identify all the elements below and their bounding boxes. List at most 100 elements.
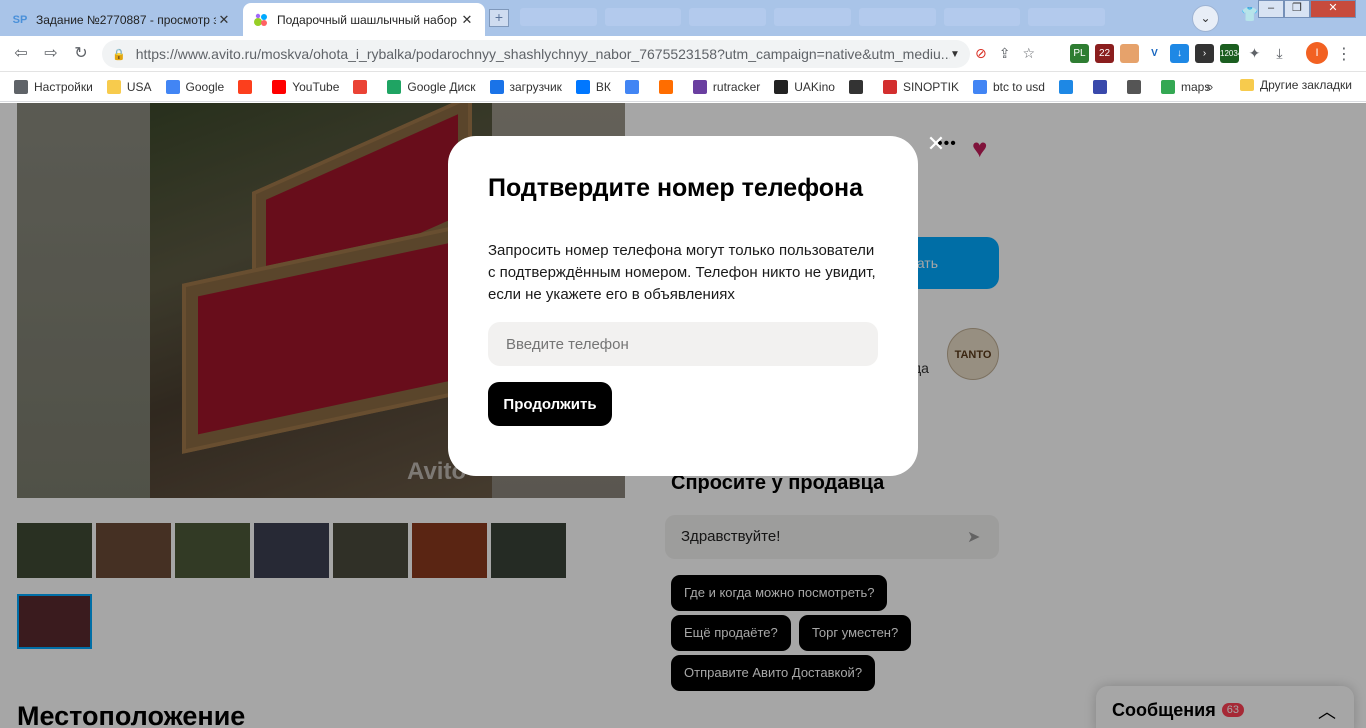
infinity-icon: [489, 79, 504, 94]
google-icon: [165, 79, 180, 94]
bookmark-item[interactable]: SINOPTIK: [882, 79, 959, 94]
bookmarks-more-icon[interactable]: »: [1206, 79, 1213, 94]
close-tab-icon[interactable]: ✕: [216, 12, 232, 28]
extension-22-icon[interactable]: 22: [1095, 44, 1114, 63]
back-arrow-icon[interactable]: ⇦: [10, 44, 32, 64]
maximize-button[interactable]: ❐: [1284, 0, 1310, 18]
phone-input[interactable]: [488, 322, 878, 366]
gear-icon: [14, 79, 28, 94]
vk-icon: [575, 79, 590, 94]
thermometer-icon: [882, 79, 897, 94]
background-tab[interactable]: [858, 8, 936, 26]
tab-strip: SP Задание №2770887 - просмотр з ✕ Подар…: [0, 0, 1366, 36]
bookmark-item[interactable]: [624, 79, 645, 94]
background-tabs: [520, 8, 1106, 28]
terminal-extension-icon[interactable]: ›: [1195, 44, 1214, 63]
downloads-icon[interactable]: ⤓: [1270, 44, 1289, 63]
omnibox-actions: ⊘ ⇪ ☆: [975, 45, 1035, 62]
other-bookmarks-label: Другие закладки: [1260, 78, 1352, 92]
tab-avito[interactable]: Подарочный шашлычный набор ✕: [243, 3, 485, 36]
tab-task[interactable]: SP Задание №2770887 - просмотр з ✕: [2, 3, 242, 36]
bookmark-item[interactable]: Настройки: [14, 79, 93, 94]
background-tab[interactable]: [943, 8, 1021, 26]
pawn-icon: [848, 79, 863, 94]
close-icon[interactable]: ✕: [925, 133, 947, 155]
tab-title: Подарочный шашлычный набор: [277, 12, 457, 27]
reload-icon[interactable]: ↻: [70, 44, 92, 64]
avito-favicon-icon: [253, 12, 269, 28]
gmail-icon: [353, 79, 368, 94]
tab-search-button[interactable]: ⌄: [1192, 5, 1219, 32]
profile-avatar[interactable]: I: [1306, 42, 1328, 64]
youtube-icon: [272, 79, 287, 94]
bookmark-item[interactable]: [1092, 79, 1113, 94]
shirt-icon[interactable]: 👕: [1241, 6, 1258, 23]
background-tab[interactable]: [604, 8, 682, 26]
bookmark-item[interactable]: rutracker: [692, 79, 761, 94]
star-icon[interactable]: ☆: [1022, 45, 1035, 62]
sp-favicon-icon: SP: [12, 13, 28, 26]
bookmark-item[interactable]: [1058, 79, 1079, 94]
bookmark-item[interactable]: [238, 79, 258, 94]
tab-title: Задание №2770887 - просмотр з: [36, 12, 216, 27]
close-tab-icon[interactable]: ✕: [459, 12, 475, 28]
bookmark-label: SINOPTIK: [902, 79, 959, 94]
other-bookmarks[interactable]: Другие закладки: [1240, 78, 1352, 92]
drive-icon: [387, 79, 402, 94]
window-close-button[interactable]: ✕: [1310, 0, 1356, 18]
bookmark-item[interactable]: YouTube: [272, 79, 340, 94]
f-icon: [658, 79, 673, 94]
blocked-icon[interactable]: ⊘: [975, 45, 987, 62]
background-tab[interactable]: [774, 8, 851, 26]
yandex-icon: [238, 79, 253, 94]
uakino-icon: [774, 79, 789, 94]
bookmark-item[interactable]: ВК: [575, 79, 611, 94]
confirm-phone-modal: Подтвердите номер телефона Запросить ном…: [448, 136, 918, 476]
bitcoin-extension-icon[interactable]: 12034: [1220, 44, 1242, 63]
bookmark-label: YouTube: [292, 79, 340, 94]
bookmark-item[interactable]: USA: [106, 79, 152, 94]
bookmark-label: ВК: [595, 79, 611, 94]
bookmark-item[interactable]: [658, 79, 679, 94]
bookmark-label: USA: [126, 79, 152, 94]
new-tab-button[interactable]: +: [489, 9, 509, 27]
download-extension-icon[interactable]: ↓: [1170, 44, 1189, 63]
bookmark-item[interactable]: Google Диск: [387, 79, 476, 94]
bookmark-item[interactable]: maps: [1160, 79, 1210, 94]
address-bar: ⇦ ⇨ ↻ 🔒 https://www.avito.ru/moskva/ohot…: [0, 36, 1366, 72]
url-field[interactable]: 🔒 https://www.avito.ru/moskva/ohota_i_ry…: [102, 40, 970, 68]
bookmark-item[interactable]: UAKino: [774, 79, 835, 94]
folder-icon: [1240, 79, 1254, 91]
face-extension-icon[interactable]: [1120, 44, 1139, 63]
minimize-button[interactable]: –: [1258, 0, 1284, 18]
bookmark-item[interactable]: [848, 79, 869, 94]
v-extension-icon[interactable]: V: [1145, 44, 1164, 63]
bookmarks-bar: Настройки USA Google YouTube Google Диск загр…: [0, 72, 1366, 102]
modal-title: Подтвердите номер телефона: [488, 174, 864, 202]
lock-icon[interactable]: 🔒: [112, 48, 126, 61]
continue-button[interactable]: Продолжить: [488, 382, 612, 426]
menu-dots-icon[interactable]: ⋮: [1336, 44, 1352, 64]
bookmark-item[interactable]: [1126, 79, 1147, 94]
bc-icon: [1126, 79, 1141, 94]
bookmark-label: rutracker: [712, 79, 761, 94]
background-tab[interactable]: [1028, 8, 1106, 26]
dropdown-arrow-icon[interactable]: ▼: [950, 49, 970, 60]
bookmark-item[interactable]: загрузчик: [489, 79, 562, 94]
translate-icon: [624, 79, 639, 94]
bookmark-item[interactable]: [353, 79, 373, 94]
forward-arrow-icon[interactable]: ⇨: [40, 44, 62, 64]
bookmark-label: загрузчик: [509, 79, 562, 94]
bookmark-item[interactable]: Google: [165, 79, 224, 94]
window-controls: – ❐ ✕: [1258, 0, 1356, 18]
folder-icon: [106, 79, 121, 94]
globe-extension-icon[interactable]: PL: [1070, 44, 1089, 63]
google-icon: [972, 79, 987, 94]
bookmark-item[interactable]: btc to usd: [972, 79, 1045, 94]
puzzle-icon[interactable]: ✦: [1245, 44, 1264, 63]
bookmark-label: btc to usd: [992, 79, 1045, 94]
background-tab[interactable]: [520, 8, 597, 26]
background-tab[interactable]: [689, 8, 767, 26]
url-text[interactable]: https://www.avito.ru/moskva/ohota_i_ryba…: [136, 46, 950, 62]
share-icon[interactable]: ⇪: [999, 45, 1011, 62]
